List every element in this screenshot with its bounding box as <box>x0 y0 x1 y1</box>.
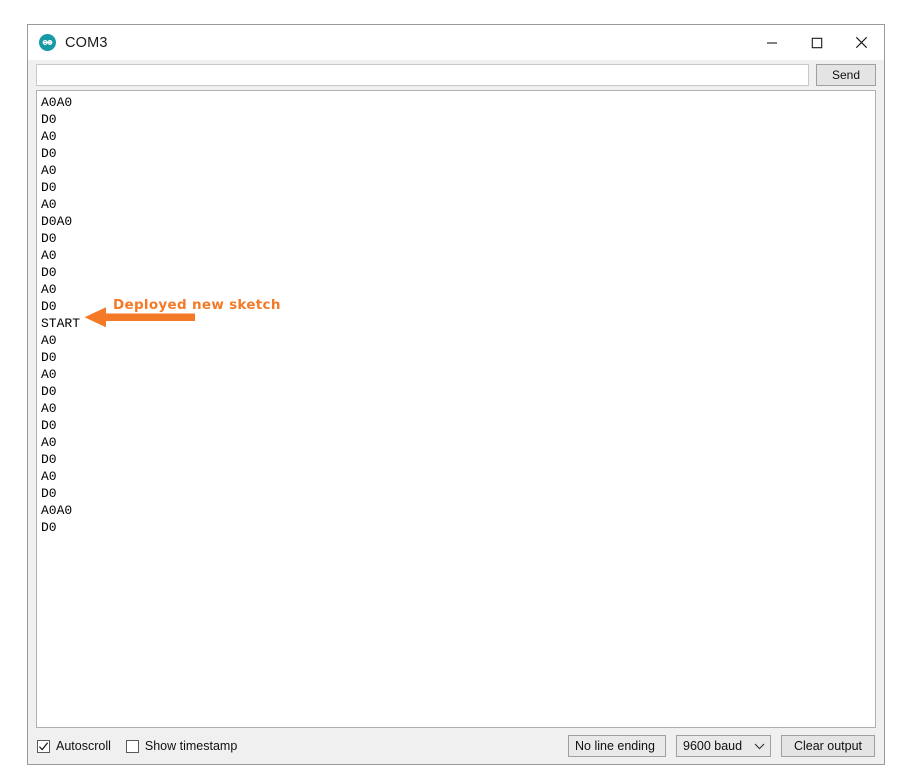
serial-output-line: A0 <box>41 469 57 484</box>
serial-output-line: A0 <box>41 248 57 263</box>
autoscroll-checkbox-box[interactable] <box>37 739 50 753</box>
check-icon <box>38 741 49 751</box>
screenshot-root: COM3 Send A0A0 D0 A0 D0 A0 D0 A0 D0A0 D0… <box>0 0 901 773</box>
maximize-button[interactable] <box>794 25 839 60</box>
serial-output-line: D0 <box>41 265 57 280</box>
line-ending-dropdown[interactable]: No line ending <box>568 735 666 757</box>
window-controls <box>749 25 884 60</box>
close-button[interactable] <box>839 25 884 60</box>
serial-output-line: D0 <box>41 350 57 365</box>
title-bar: COM3 <box>28 25 884 60</box>
serial-output-line: D0 <box>41 299 57 314</box>
serial-output-line: A0 <box>41 129 57 144</box>
serial-output-line: A0 <box>41 163 57 178</box>
bottom-toolbar-right: No line ending 9600 baud Clear output <box>568 735 875 757</box>
serial-output-line: D0 <box>41 418 57 433</box>
baud-rate-dropdown[interactable]: 9600 baud <box>676 735 771 757</box>
send-button[interactable]: Send <box>816 64 876 86</box>
clear-output-button[interactable]: Clear output <box>781 735 875 757</box>
chevron-down-icon <box>754 743 765 749</box>
checkbox-group: Autoscroll Show timestamp <box>37 739 237 753</box>
serial-output-panel[interactable]: A0A0 D0 A0 D0 A0 D0 A0 D0A0 D0 A0 D0 A0 D0 START A0 D0 A… <box>36 90 876 728</box>
serial-output-line: A0 <box>41 435 57 450</box>
serial-output-line: D0A0 <box>41 214 73 229</box>
serial-send-input[interactable] <box>36 64 809 86</box>
bottom-toolbar: Autoscroll Show timestamp No line ending… <box>28 728 884 764</box>
send-row: Send <box>28 60 884 90</box>
baud-rate-value: 9600 baud <box>683 739 743 753</box>
line-ending-value: No line ending <box>575 739 655 753</box>
serial-output-line: A0 <box>41 401 57 416</box>
serial-output-line: D0 <box>41 146 57 161</box>
serial-output-line: D0 <box>41 486 57 501</box>
serial-output-line: D0 <box>41 231 57 246</box>
serial-monitor-window: COM3 Send A0A0 D0 A0 D0 A0 D0 A0 D0A0 D0… <box>27 24 885 765</box>
autoscroll-checkbox[interactable]: Autoscroll <box>37 739 111 753</box>
serial-output-text: A0A0 D0 A0 D0 A0 D0 A0 D0A0 D0 A0 D0 A0 D0 START A0 D0 A… <box>37 91 875 727</box>
serial-output-line: D0 <box>41 452 57 467</box>
autoscroll-label: Autoscroll <box>56 739 111 753</box>
serial-output-line: D0 <box>41 112 57 127</box>
serial-output-line: A0 <box>41 333 57 348</box>
show-timestamp-label: Show timestamp <box>144 739 238 753</box>
serial-output-line: A0 <box>41 367 57 382</box>
serial-output-line: A0 <box>41 197 57 212</box>
show-timestamp-checkbox-box[interactable] <box>125 739 139 753</box>
show-timestamp-checkbox[interactable]: Show timestamp <box>125 739 238 753</box>
serial-output-line: A0A0 <box>41 95 73 110</box>
title-bar-left: COM3 <box>28 34 108 51</box>
serial-output-line: D0 <box>41 384 57 399</box>
serial-output-line: A0A0 <box>41 503 73 518</box>
arduino-infinity-icon <box>39 34 56 51</box>
serial-output-line: START <box>41 316 81 331</box>
window-title: COM3 <box>65 34 108 51</box>
serial-output-line: D0 <box>41 180 57 195</box>
serial-output-line: A0 <box>41 282 57 297</box>
serial-output-line: D0 <box>41 520 57 535</box>
minimize-button[interactable] <box>749 25 794 60</box>
